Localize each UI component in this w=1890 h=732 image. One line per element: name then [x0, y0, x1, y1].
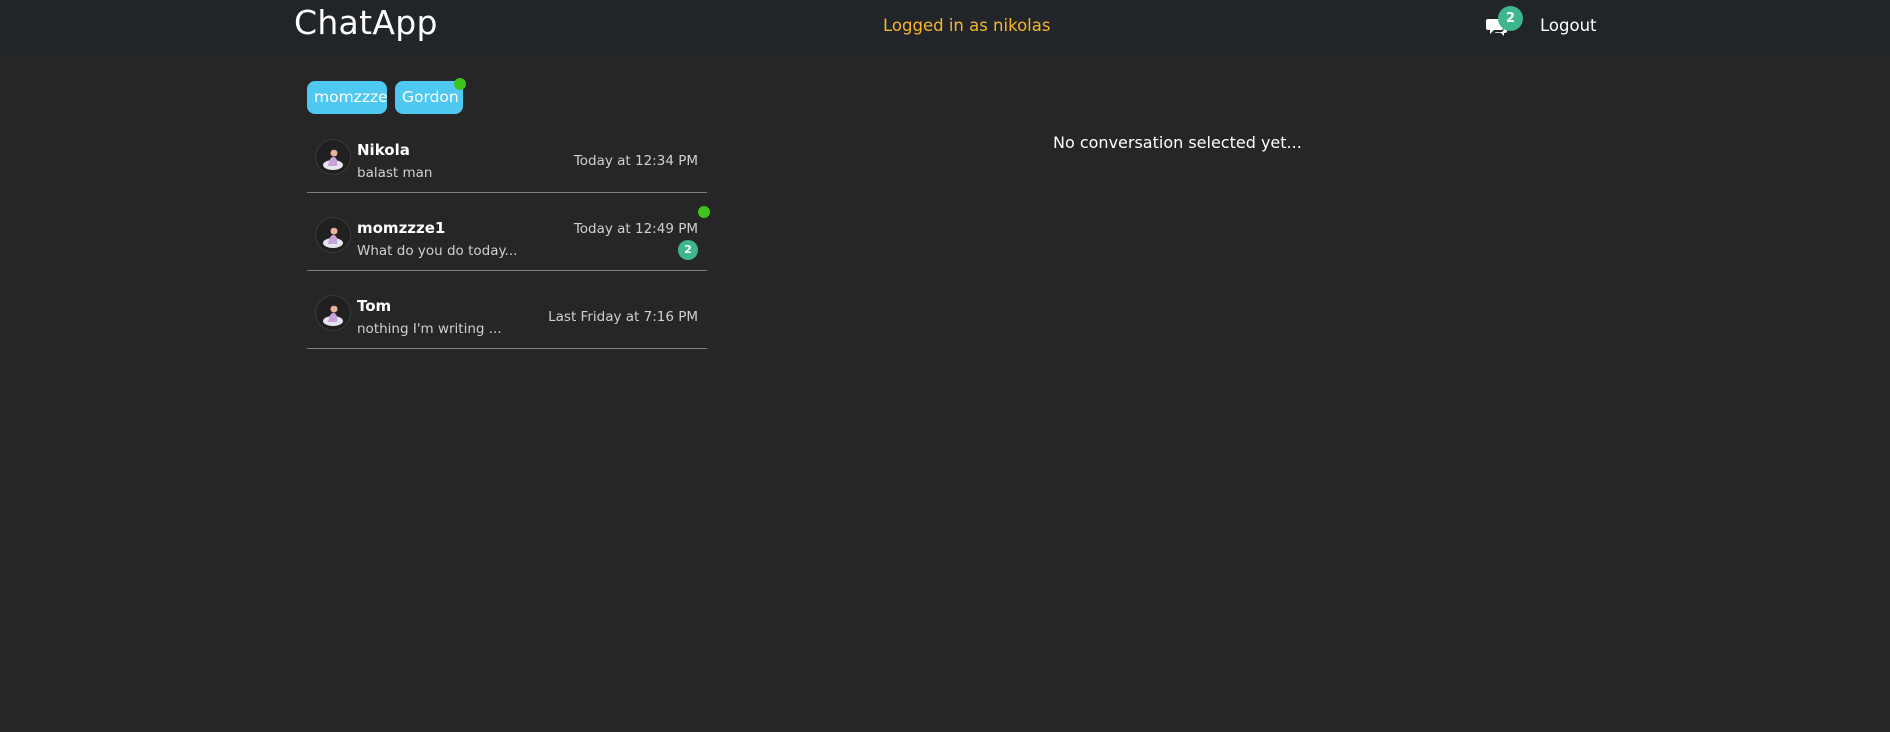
conversation-preview: nothing I'm writing ... [357, 321, 502, 337]
conversation-name: Nikola [357, 141, 410, 159]
conversation-item[interactable]: Nikola balast man Today at 12:34 PM [307, 134, 707, 193]
unread-count-badge: 2 [678, 240, 698, 260]
conversation-item[interactable]: Tom nothing I'm writing ... Last Friday … [307, 290, 707, 349]
avatar [315, 139, 351, 175]
user-avatar-icon [323, 149, 343, 170]
conversation-time: Today at 12:34 PM [573, 153, 698, 169]
online-user-chip[interactable]: momzzze [307, 81, 388, 114]
user-avatar-icon [323, 305, 343, 326]
conversation-time: Last Friday at 7:16 PM [548, 309, 698, 325]
navbar: ChatApp Logged in as nikolas 2 Logout [0, 0, 1890, 57]
avatar [315, 217, 351, 253]
brand-logo[interactable]: ChatApp [294, 3, 438, 43]
logout-button[interactable]: Logout [1540, 16, 1597, 36]
user-avatar-icon [323, 227, 343, 248]
online-indicator [698, 206, 710, 218]
conversation-time: Today at 12:49 PM [573, 221, 698, 237]
conversation-name: Tom [357, 297, 392, 315]
conversation-name: momzzze1 [357, 219, 446, 237]
conversation-preview: balast man [357, 165, 433, 181]
unread-messages-badge: 2 [1498, 6, 1523, 31]
avatar [315, 295, 351, 331]
conversation-item[interactable]: momzzze1 What do you do today... Today a… [307, 212, 707, 271]
online-user-chip[interactable]: Gordon [395, 81, 463, 114]
online-indicator [454, 78, 466, 90]
conversation-preview: What do you do today... [357, 243, 518, 259]
no-conversation-message: No conversation selected yet... [1053, 133, 1302, 152]
logged-in-status: Logged in as nikolas [883, 16, 1051, 35]
